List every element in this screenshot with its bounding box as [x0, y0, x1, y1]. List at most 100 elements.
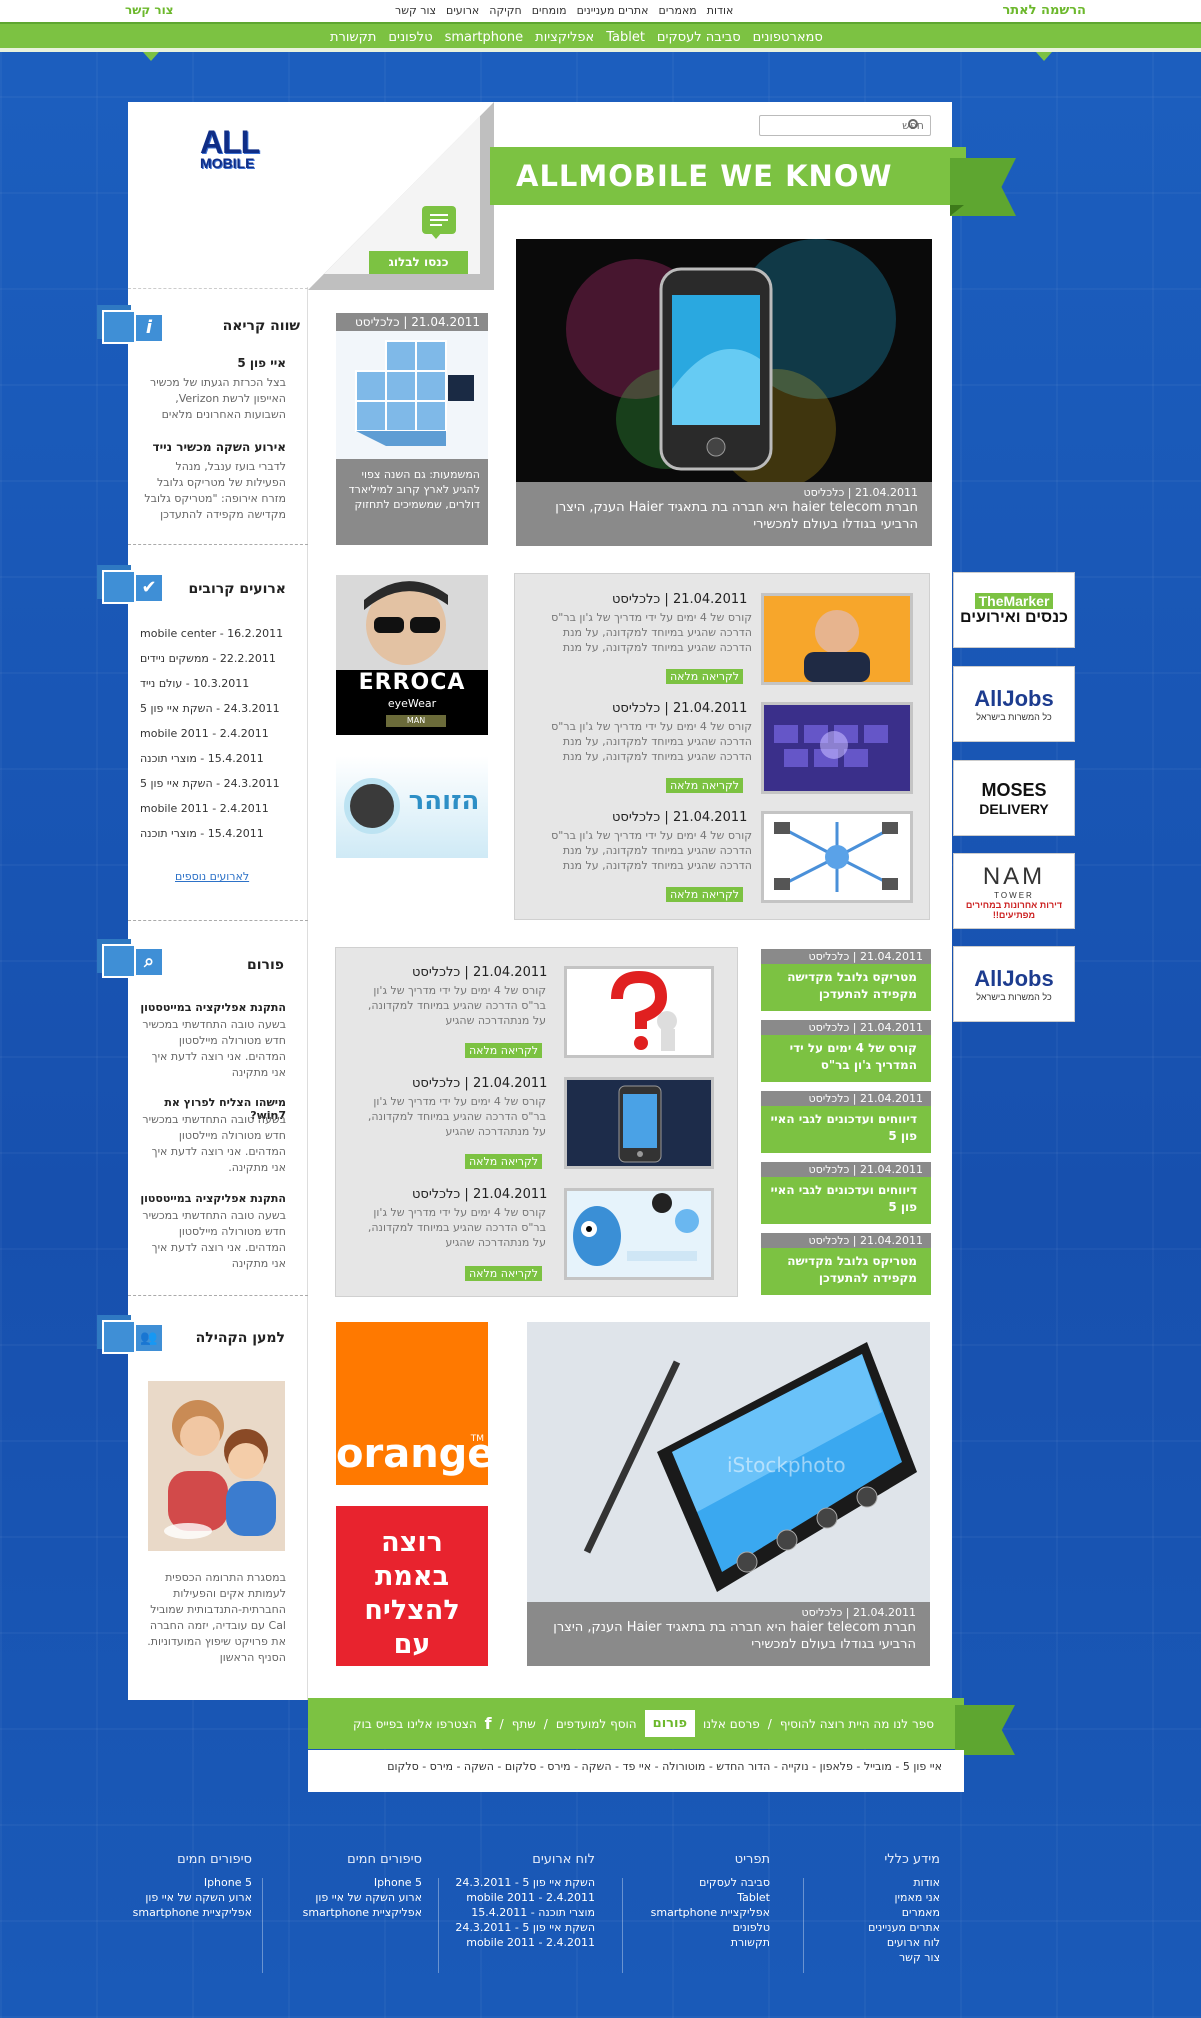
green-news-item[interactable]: 21.04.2011 | כלכליסט מטריקס גלובל מקדישה … [761, 1233, 931, 1295]
caret-icon [1036, 52, 1052, 61]
worth-item-title[interactable]: איי פון 5 [140, 356, 286, 370]
read-more-link[interactable]: לקריאה מלאה [666, 778, 744, 793]
footer-event[interactable]: מוצרי תוכנה - 15.4.2011 [455, 1905, 595, 1920]
orange-ad[interactable]: orange TM [336, 1322, 494, 1485]
facebook-icon[interactable]: f [485, 1714, 492, 1733]
top-link-experts[interactable]: מומחים [532, 4, 567, 17]
footer-link[interactable]: אפליקציית smartphone [300, 1905, 422, 1920]
event-item[interactable]: 2.4.2011 - mobile 2011 [140, 802, 269, 815]
footer-link[interactable]: סביבה לעסקים [640, 1875, 770, 1890]
event-item[interactable]: 22.2.2011 - ממשקים ניידים [140, 652, 276, 665]
tags-line[interactable]: איי פון 5 - מובייל - פלאפון - נוקייה - ה… [308, 1750, 964, 1792]
green-news-item[interactable]: 21.04.2011 | כלכליסט דיווחים ועדכונים לגב… [761, 1162, 931, 1224]
event-item[interactable]: 10.3.2011 - עולם נייד [140, 677, 249, 690]
blog-button[interactable]: כנסו לבלוג [369, 251, 468, 274]
footer-link[interactable]: תקשורת [640, 1935, 770, 1950]
top-link-contact[interactable]: צור קשר [395, 4, 436, 17]
read-more-link[interactable]: לקריאה מלאה [666, 669, 744, 684]
news-thumb[interactable] [564, 1077, 714, 1169]
top-link-law[interactable]: חקיקה [489, 4, 521, 17]
featured-article[interactable]: iStockphoto 21.04.2011 | כלכליסט חברת ha… [527, 1322, 930, 1666]
more-events-link[interactable]: לארועים נוספים [175, 870, 249, 883]
featured-meta: 21.04.2011 | כלכליסט [803, 486, 918, 499]
themarker-ad[interactable]: TheMarker כנסים ואירועים [953, 572, 1075, 648]
event-item[interactable]: 24.3.2011 - השקת איי פון 5 [140, 702, 280, 715]
footer-link[interactable]: לוח ארועים [830, 1935, 940, 1950]
forum-button[interactable]: פורום [644, 1710, 696, 1737]
nav-phones[interactable]: טלפונים [388, 30, 432, 45]
erroca-ad[interactable]: ERROCA eyeWear MAN [336, 575, 488, 735]
nav-smartphone[interactable]: smartphone [445, 30, 524, 45]
nav-communication[interactable]: תקשורת [330, 30, 376, 45]
footer-event[interactable]: השקת איי פון 5 - 24.3.2011 [455, 1875, 595, 1890]
community-photo[interactable] [148, 1381, 285, 1551]
share-link[interactable]: שתף [512, 1717, 536, 1731]
green-news-item[interactable]: 21.04.2011 | כלכליסט קורס של 4 ימים על יד… [761, 1020, 931, 1082]
footer-link[interactable]: טלפונים [640, 1920, 770, 1935]
favorites-link[interactable]: הוסף למועדפים [556, 1717, 637, 1731]
footer-link[interactable]: Tablet [640, 1890, 770, 1905]
top-link-events[interactable]: ארועים [446, 4, 479, 17]
event-item[interactable]: 2.4.2011 - mobile 2011 [140, 727, 269, 740]
top-link-sites[interactable]: אתרים מעניינים [577, 4, 649, 17]
nav-apps[interactable]: אפליקציות [535, 30, 594, 45]
contact-link[interactable]: צור קשר [125, 3, 174, 17]
top-link-about[interactable]: אודות [707, 4, 734, 17]
register-link[interactable]: הרשמה לאתר [1002, 3, 1086, 18]
footer-event[interactable]: השקת איי פון 5 - 24.3.2011 [455, 1920, 595, 1935]
event-item[interactable]: 24.3.2011 - השקת איי פון 5 [140, 777, 280, 790]
footer-link[interactable]: מאמרים [830, 1905, 940, 1920]
green-news-item[interactable]: 21.04.2011 | כלכליסט מטריקס גלובל מקדישה … [761, 949, 931, 1011]
news-text: קורס של 4 ימים על ידי מדריך של ג'ון בר"ס… [367, 1095, 546, 1138]
footer-link[interactable]: Iphone 5 [300, 1875, 422, 1890]
footer-event[interactable]: mobile 2011 - 2.4.2011 [455, 1935, 595, 1950]
alljobs-ad[interactable]: AllJobs כל המשרות בישראל [953, 946, 1075, 1022]
read-more-link[interactable]: לקריאה מלאה [465, 1154, 543, 1169]
success-ad[interactable]: רוצה באמת להצליח עם המתנה? [336, 1506, 488, 1694]
event-item[interactable]: 15.4.2011 - מוצרי תוכנה [140, 827, 264, 840]
read-more-link[interactable]: לקריאה מלאה [465, 1043, 543, 1058]
footer-link[interactable]: אפליקציית smartphone [130, 1905, 252, 1920]
forum-item-title[interactable]: התקנת אפליקציה במייטסטון [140, 1001, 286, 1014]
search-icon[interactable] [908, 119, 918, 129]
footer-link[interactable]: ארוע השקה של איי פון [300, 1890, 422, 1905]
caret-icon [143, 52, 159, 61]
footer-link[interactable]: אודות [830, 1875, 940, 1890]
alljobs-ad[interactable]: AllJobs כל המשרות בישראל [953, 666, 1075, 742]
news-thumb[interactable] [761, 702, 913, 794]
side-article[interactable]: 21.04.2011 | כלכליסט המשמעות: גם השנה צפ… [336, 313, 488, 545]
suggest-link[interactable]: ספר לנו מה היית רוצה להוסיף [780, 1717, 934, 1731]
nam-ad[interactable]: NAM TOWER דירות אחרונות במחירים מפתיעים!… [953, 853, 1075, 929]
news-thumb[interactable] [564, 966, 714, 1058]
top-link-articles[interactable]: מאמרים [659, 4, 697, 17]
forum-item-title[interactable]: התקנת אפליקציה במייטסטון [140, 1192, 286, 1205]
worth-item-title[interactable]: אירוע השקה מכשיר נייד [140, 440, 286, 454]
footer-event[interactable]: mobile 2011 - 2.4.2011 [455, 1890, 595, 1905]
nav-tablet[interactable]: Tablet [606, 30, 645, 45]
search-input[interactable] [759, 115, 931, 136]
footer-link[interactable]: אפליקציית smartphone [640, 1905, 770, 1920]
news-thumb[interactable] [761, 811, 913, 903]
read-more-link[interactable]: לקריאה מלאה [666, 887, 744, 902]
news-thumb[interactable] [761, 593, 913, 685]
read-more-link[interactable]: לקריאה מלאה [465, 1266, 543, 1281]
news-thumb[interactable] [564, 1188, 714, 1280]
site-logo[interactable]: ALL MOBILE [200, 126, 260, 169]
footer-link[interactable]: אני מאמין [830, 1890, 940, 1905]
nav-smartphones[interactable]: סמארטפונים [753, 30, 823, 45]
event-item[interactable]: 16.2.2011 - mobile center [140, 627, 283, 640]
facebook-link[interactable]: הצטרפו אלינו בפייס בוק [353, 1717, 477, 1731]
featured-article[interactable]: 21.04.2011 | כלכליסט חברת haier telecom … [516, 239, 932, 546]
hazoher-ad[interactable]: הזוהר [336, 756, 488, 858]
erroca-sub: eyeWear [387, 697, 437, 710]
event-item[interactable]: 15.4.2011 - מוצרי תוכנה [140, 752, 264, 765]
nav-business[interactable]: סביבה לעסקים [657, 30, 741, 45]
footer-link[interactable]: צור קשר [830, 1950, 940, 1965]
footer-link[interactable]: ארוע השקה של איי פון [130, 1890, 252, 1905]
footer-hot: סיפורים חמים Iphone 5 ארוע השקה של איי פ… [130, 1852, 252, 1920]
footer-link[interactable]: Iphone 5 [130, 1875, 252, 1890]
moses-ad[interactable]: MOSES DELIVERY [953, 760, 1075, 836]
green-news-item[interactable]: 21.04.2011 | כלכליסט דיווחים ועדכונים לגב… [761, 1091, 931, 1153]
footer-link[interactable]: אתרים מעניינים [830, 1920, 940, 1935]
advertise-link[interactable]: פרסם אלנו [703, 1717, 760, 1731]
